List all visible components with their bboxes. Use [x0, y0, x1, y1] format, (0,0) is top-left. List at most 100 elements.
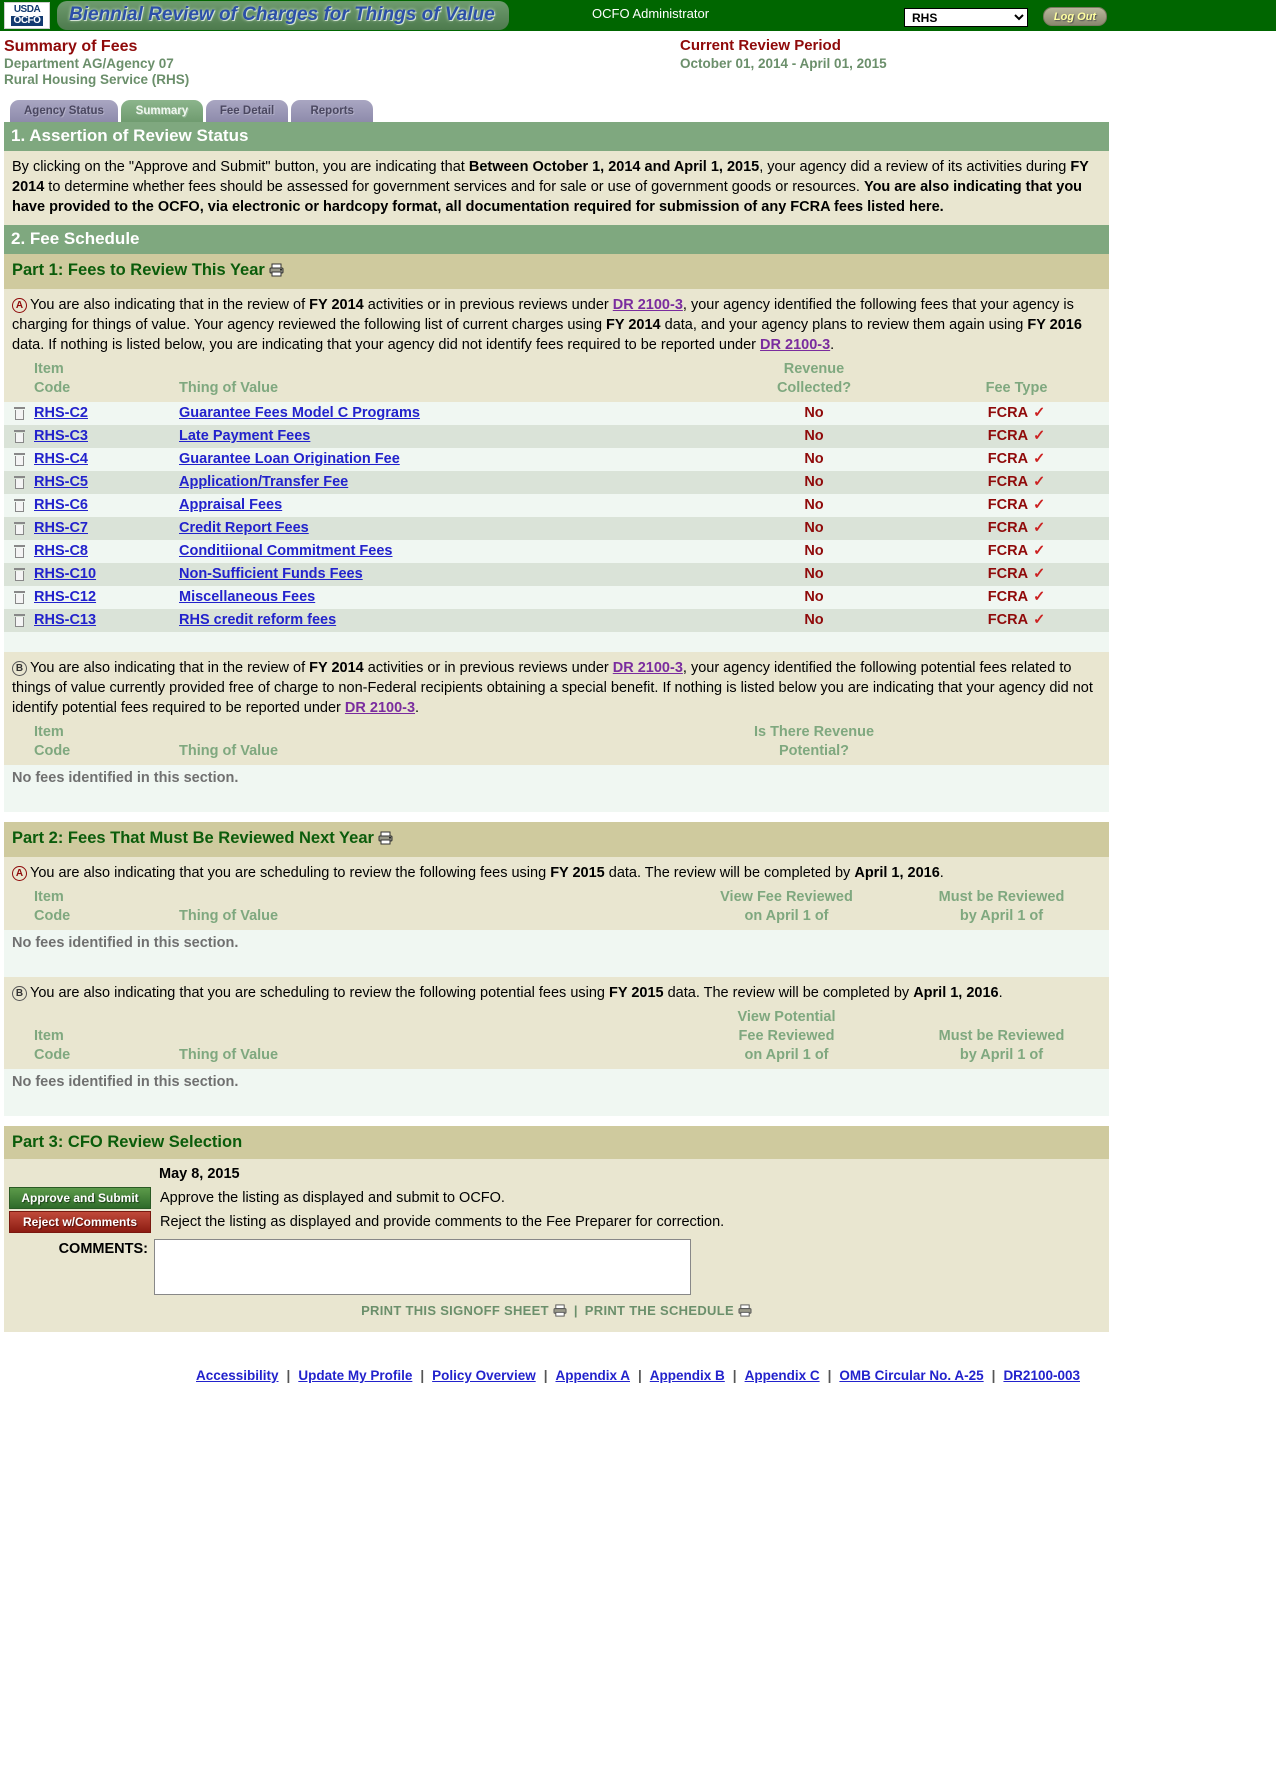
delete-cell[interactable] — [4, 586, 34, 609]
table-row: RHS-C13 RHS credit reform fees No FCRA ✓ — [4, 609, 1109, 632]
check-icon: ✓ — [1033, 474, 1046, 490]
item-code-link[interactable]: RHS-C2 — [34, 405, 88, 421]
dr-2100-3-link[interactable]: DR 2100-3 — [760, 337, 830, 353]
col-must-line1: Must be Reviewed — [938, 889, 1065, 905]
fee-type-cell: FCRA ✓ — [924, 494, 1109, 517]
thing-link[interactable]: Conditiional Commitment Fees — [179, 543, 393, 559]
col-item-line2: Code — [34, 1047, 71, 1063]
item-code-link[interactable]: RHS-C8 — [34, 543, 88, 559]
thing-cell: Late Payment Fees — [179, 425, 704, 448]
printer-icon[interactable] — [378, 829, 393, 851]
printer-icon[interactable] — [553, 1304, 567, 1320]
item-code-cell: RHS-C2 — [34, 402, 179, 425]
thing-link[interactable]: Miscellaneous Fees — [179, 589, 315, 605]
agency-select[interactable]: RHS — [904, 8, 1028, 27]
footer-link-update-my-profile[interactable]: Update My Profile — [298, 1368, 412, 1383]
item-code-link[interactable]: RHS-C7 — [34, 520, 88, 536]
trash-icon[interactable] — [13, 544, 25, 558]
marker-b-icon: B — [12, 986, 27, 1001]
page-title: Summary of Fees — [4, 38, 138, 55]
thing-link[interactable]: Guarantee Fees Model C Programs — [179, 405, 420, 421]
footer-link-omb-circular[interactable]: OMB Circular No. A-25 — [839, 1368, 983, 1383]
item-code-link[interactable]: RHS-C5 — [34, 474, 88, 490]
thing-link[interactable]: Guarantee Loan Origination Fee — [179, 451, 400, 467]
delete-cell[interactable] — [4, 517, 34, 540]
col-view-line3: on April 1 of — [744, 1047, 829, 1063]
footer-link-appendix-a[interactable]: Appendix A — [555, 1368, 630, 1383]
approve-and-submit-button[interactable]: Approve and Submit — [9, 1187, 151, 1209]
thing-cell: Appraisal Fees — [179, 494, 704, 517]
dr-2100-3-link[interactable]: DR 2100-3 — [613, 297, 683, 313]
p1a-b1: FY 2014 — [309, 297, 364, 313]
delete-cell[interactable] — [4, 540, 34, 563]
tab-reports[interactable]: Reports — [291, 100, 374, 122]
trash-icon[interactable] — [13, 475, 25, 489]
item-code-link[interactable]: RHS-C10 — [34, 566, 96, 582]
thing-link[interactable]: Late Payment Fees — [179, 428, 310, 444]
col-revenue-potential: Is There Revenue Potential? — [704, 722, 924, 765]
fee-type-cell: FCRA ✓ — [924, 540, 1109, 563]
item-code-link[interactable]: RHS-C12 — [34, 589, 96, 605]
thing-link[interactable]: Appraisal Fees — [179, 497, 282, 513]
print-the-schedule-link[interactable]: PRINT THE SCHEDULE — [585, 1303, 734, 1318]
delete-cell[interactable] — [4, 448, 34, 471]
part-1-b-paragraph: B You are also indicating that in the rev… — [4, 652, 1109, 722]
part-1-a-table-body: RHS-C2 Guarantee Fees Model C Programs N… — [4, 402, 1109, 632]
fee-type-label: FCRA — [987, 497, 1029, 513]
thing-link[interactable]: Non-Sufficient Funds Fees — [179, 566, 363, 582]
delete-cell[interactable] — [4, 425, 34, 448]
item-code-link[interactable]: RHS-C6 — [34, 497, 88, 513]
fee-type-label: FCRA — [987, 451, 1029, 467]
trash-icon[interactable] — [13, 429, 25, 443]
delete-cell[interactable] — [4, 563, 34, 586]
footer-link-accessibility[interactable]: Accessibility — [196, 1368, 279, 1383]
trash-icon[interactable] — [13, 590, 25, 604]
thing-cell: Non-Sufficient Funds Fees — [179, 563, 704, 586]
revenue-cell: No — [804, 612, 824, 628]
item-code-cell: RHS-C5 — [34, 471, 179, 494]
fee-type-label: FCRA — [987, 566, 1029, 582]
logout-button[interactable]: Log Out — [1043, 7, 1107, 26]
reject-row: Reject w/Comments Reject the listing as … — [9, 1211, 1109, 1233]
reject-with-comments-button[interactable]: Reject w/Comments — [9, 1211, 151, 1233]
check-icon: ✓ — [1033, 612, 1046, 628]
revenue-cell: No — [804, 589, 824, 605]
footer-link-policy-overview[interactable]: Policy Overview — [432, 1368, 536, 1383]
col-item-line1: Item — [34, 889, 64, 905]
delete-cell[interactable] — [4, 402, 34, 425]
trash-icon[interactable] — [13, 498, 25, 512]
dr-2100-3-link[interactable]: DR 2100-3 — [613, 660, 683, 676]
delete-cell[interactable] — [4, 494, 34, 517]
trash-icon[interactable] — [13, 521, 25, 535]
trash-icon[interactable] — [13, 613, 25, 627]
footer-link-appendix-b[interactable]: Appendix B — [650, 1368, 725, 1383]
print-signoff-sheet-link[interactable]: PRINT THIS SIGNOFF SHEET — [361, 1303, 549, 1318]
item-code-cell: RHS-C4 — [34, 448, 179, 471]
thing-cell: Guarantee Fees Model C Programs — [179, 402, 704, 425]
tab-summary[interactable]: Summary — [120, 100, 203, 122]
trash-icon[interactable] — [13, 452, 25, 466]
footer-link-appendix-c[interactable]: Appendix C — [745, 1368, 820, 1383]
thing-link[interactable]: Credit Report Fees — [179, 520, 309, 536]
tab-fee-detail[interactable]: Fee Detail — [205, 100, 289, 122]
fee-type-cell: FCRA ✓ — [924, 609, 1109, 632]
check-icon: ✓ — [1033, 405, 1046, 421]
col-item-code: Item Code — [34, 887, 179, 930]
trash-icon[interactable] — [13, 567, 25, 581]
thing-link[interactable]: Application/Transfer Fee — [179, 474, 348, 490]
delete-cell[interactable] — [4, 609, 34, 632]
thing-link[interactable]: RHS credit reform fees — [179, 612, 336, 628]
trash-icon[interactable] — [13, 406, 25, 420]
dr-2100-3-link[interactable]: DR 2100-3 — [345, 700, 415, 716]
tab-agency-status[interactable]: Agency Status — [10, 100, 118, 122]
footer-link-dr2100-003[interactable]: DR2100-003 — [1003, 1368, 1080, 1383]
printer-icon[interactable] — [269, 261, 284, 283]
item-code-link[interactable]: RHS-C3 — [34, 428, 88, 444]
delete-cell[interactable] — [4, 471, 34, 494]
comments-textarea[interactable] — [154, 1239, 691, 1295]
printer-icon[interactable] — [738, 1304, 752, 1320]
item-code-link[interactable]: RHS-C4 — [34, 451, 88, 467]
app-header-bar: USDA OCFO Biennial Review of Charges for… — [0, 0, 1276, 31]
section-spacer — [4, 1096, 1109, 1116]
item-code-link[interactable]: RHS-C13 — [34, 612, 96, 628]
